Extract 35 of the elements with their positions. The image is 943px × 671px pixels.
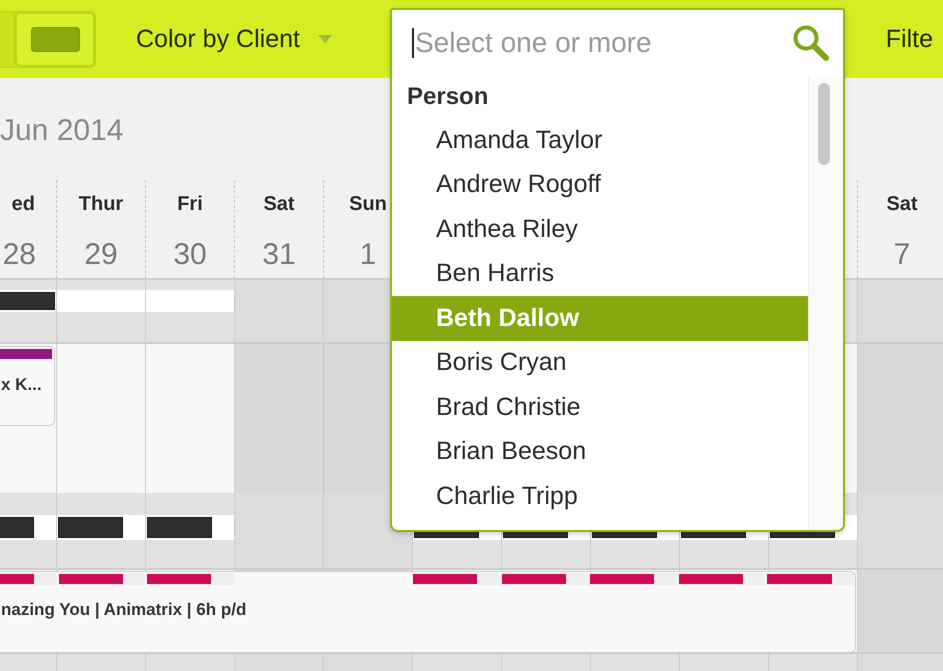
month-label: Jun 2014: [0, 113, 124, 149]
person-option[interactable]: Brian Beeson: [392, 430, 808, 474]
view-toggle-button[interactable]: [15, 12, 95, 66]
scrollbar-thumb[interactable]: [818, 83, 830, 165]
day-number: 31: [262, 237, 296, 273]
day-number: 30: [173, 237, 207, 273]
booking-card[interactable]: nazing You | Animatrix | 6h p/d: [0, 571, 856, 653]
day-number: 7: [894, 237, 910, 273]
day-number: 1: [360, 237, 376, 273]
search-input[interactable]: Select one or more: [415, 26, 792, 60]
person-option[interactable]: Andrew Rogoff: [392, 162, 808, 207]
booking-label: x K...: [1, 375, 42, 394]
day-name: ed: [12, 192, 35, 216]
person-option[interactable]: Ben Harris: [392, 252, 808, 296]
person-option[interactable]: Boris Cryan: [392, 340, 808, 385]
day-name: Sat: [886, 192, 918, 216]
block-icon: [30, 26, 80, 52]
day-number: 29: [84, 237, 118, 273]
caret-icon: [318, 35, 332, 43]
search-icon: [792, 24, 830, 62]
group-heading: Person: [406, 82, 490, 112]
color-by-dropdown[interactable]: Color by Client: [136, 24, 332, 54]
day-name: Thur: [78, 192, 124, 216]
text-cursor-icon: [412, 28, 414, 58]
booking-card[interactable]: x K...: [0, 346, 55, 426]
day-name: Sun: [349, 192, 387, 216]
filter-button[interactable]: Filte: [886, 24, 933, 54]
day-name: Sat: [263, 192, 295, 216]
person-option[interactable]: Charlie Tripp: [392, 474, 808, 518]
person-option[interactable]: Amanda Taylor: [392, 118, 808, 162]
day-name: Fri: [177, 192, 203, 216]
person-option[interactable]: Anthea Riley: [392, 207, 808, 252]
person-option[interactable]: Brad Christie: [392, 385, 808, 430]
booking-label: nazing You | Animatrix | 6h p/d: [1, 600, 246, 619]
day-number: 28: [2, 237, 36, 273]
